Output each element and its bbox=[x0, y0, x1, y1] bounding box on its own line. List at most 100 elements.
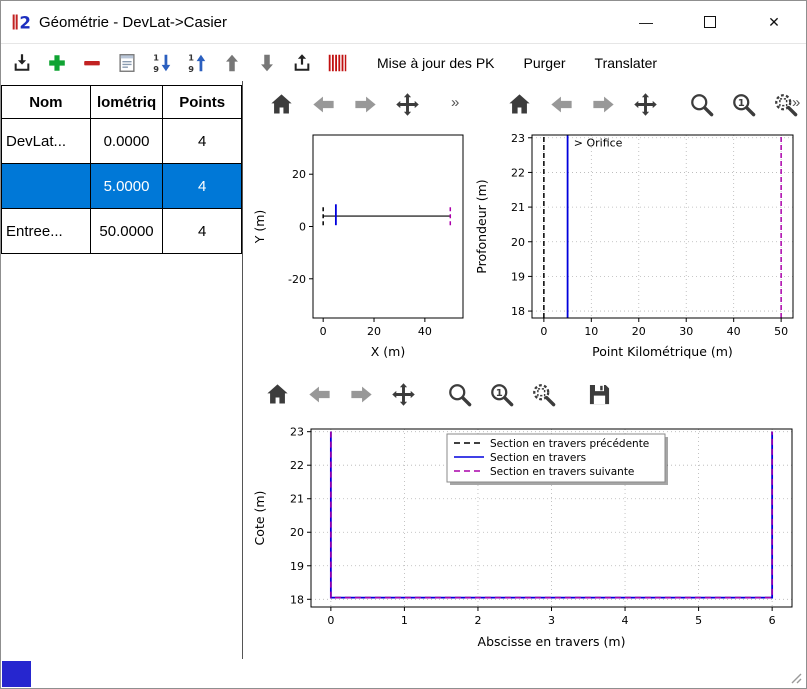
back-icon bbox=[548, 91, 575, 118]
plan-view-chart[interactable]: 02040-20020X (m)Y (m) bbox=[251, 127, 471, 363]
svg-text:22: 22 bbox=[290, 459, 304, 472]
cell-pk[interactable]: 0.0000 bbox=[90, 119, 163, 164]
cell-points[interactable]: 4 bbox=[163, 164, 242, 209]
toolbar-overflow-chevron[interactable]: » bbox=[792, 94, 800, 111]
resize-grip-icon[interactable] bbox=[788, 670, 802, 684]
add-icon bbox=[46, 52, 68, 74]
sections-panel: Nom lométriq Points DevLat... 0.0000 4 5… bbox=[1, 81, 243, 659]
remove-icon bbox=[81, 52, 103, 74]
svg-text:2: 2 bbox=[474, 614, 481, 627]
cell-points[interactable]: 4 bbox=[163, 119, 242, 164]
home-icon bbox=[264, 381, 291, 408]
import-button[interactable] bbox=[7, 48, 37, 78]
svg-text:3: 3 bbox=[548, 614, 555, 627]
home-icon bbox=[506, 91, 533, 118]
profile-view-chart[interactable]: 01020304050181920212223> OrificePoint Ki… bbox=[473, 127, 805, 363]
export-icon bbox=[291, 52, 313, 74]
svg-text:10: 10 bbox=[584, 325, 598, 338]
zoom-selection-button[interactable] bbox=[525, 377, 561, 411]
window-controls: — ✕ bbox=[614, 1, 806, 43]
toolbar-overflow-chevron[interactable]: » bbox=[451, 94, 459, 111]
svg-text:20: 20 bbox=[292, 168, 306, 181]
zoom-1-button[interactable] bbox=[483, 377, 519, 411]
svg-text:30: 30 bbox=[679, 325, 693, 338]
table-row-selected[interactable]: 5.0000 4 bbox=[2, 164, 242, 209]
purge-button[interactable]: Purger bbox=[512, 51, 578, 75]
nav-pan-button[interactable] bbox=[389, 87, 425, 121]
home-icon bbox=[268, 91, 295, 118]
svg-text:21: 21 bbox=[511, 201, 525, 214]
nav-back-button[interactable] bbox=[301, 377, 337, 411]
cross-section-chart[interactable]: 0123456181920212223Abscisse en travers (… bbox=[251, 421, 799, 653]
cell-points[interactable]: 4 bbox=[163, 209, 242, 254]
nav-back-button[interactable] bbox=[305, 87, 341, 121]
plan-toolbar bbox=[263, 87, 425, 121]
nav-home-button[interactable] bbox=[501, 87, 537, 121]
move-down-button[interactable] bbox=[252, 48, 282, 78]
remove-button[interactable] bbox=[77, 48, 107, 78]
svg-text:40: 40 bbox=[727, 325, 741, 338]
svg-text:20: 20 bbox=[632, 325, 646, 338]
svg-text:20: 20 bbox=[511, 236, 525, 249]
svg-text:0: 0 bbox=[540, 325, 547, 338]
back-icon bbox=[306, 381, 333, 408]
window-title: Géométrie - DevLat->Casier bbox=[39, 14, 227, 31]
edit-button[interactable] bbox=[112, 48, 142, 78]
minimize-button[interactable]: — bbox=[614, 1, 678, 43]
table-header-row: Nom lométriq Points bbox=[2, 86, 242, 119]
sort-ascending-icon bbox=[186, 52, 208, 74]
import-icon bbox=[11, 52, 33, 74]
svg-text:X (m): X (m) bbox=[371, 344, 405, 359]
maximize-button[interactable] bbox=[678, 1, 742, 43]
cell-nom[interactable] bbox=[2, 164, 91, 209]
zoom-button[interactable] bbox=[441, 377, 477, 411]
close-button[interactable]: ✕ bbox=[742, 1, 806, 43]
cell-nom[interactable]: Entree... bbox=[2, 209, 91, 254]
nav-back-button[interactable] bbox=[543, 87, 579, 121]
svg-text:-20: -20 bbox=[288, 273, 306, 286]
table-row[interactable]: DevLat... 0.0000 4 bbox=[2, 119, 242, 164]
nav-forward-button[interactable] bbox=[585, 87, 621, 121]
nav-pan-button[interactable] bbox=[385, 377, 421, 411]
column-header-nom[interactable]: Nom bbox=[2, 86, 91, 119]
pk-marks-icon bbox=[326, 52, 348, 74]
export-button[interactable] bbox=[287, 48, 317, 78]
cell-pk[interactable]: 5.0000 bbox=[90, 164, 163, 209]
cell-pk[interactable]: 50.0000 bbox=[90, 209, 163, 254]
svg-text:Section en travers: Section en travers bbox=[490, 452, 586, 464]
move-down-icon bbox=[256, 52, 278, 74]
profile-toolbar bbox=[501, 87, 803, 121]
nav-forward-button[interactable] bbox=[347, 87, 383, 121]
svg-text:22: 22 bbox=[511, 166, 525, 179]
move-up-button[interactable] bbox=[217, 48, 247, 78]
zoom-1-icon bbox=[488, 381, 515, 408]
pk-marks-button[interactable] bbox=[322, 48, 352, 78]
column-header-points[interactable]: Points bbox=[163, 86, 242, 119]
pan-icon bbox=[390, 381, 417, 408]
forward-icon bbox=[348, 381, 375, 408]
pan-icon bbox=[394, 91, 421, 118]
zoom-icon bbox=[446, 381, 473, 408]
svg-text:18: 18 bbox=[290, 593, 304, 606]
back-icon bbox=[310, 91, 337, 118]
main-content: Nom lométriq Points DevLat... 0.0000 4 5… bbox=[1, 81, 806, 659]
zoom-1-button[interactable] bbox=[725, 87, 761, 121]
nav-forward-button[interactable] bbox=[343, 377, 379, 411]
sort-descending-button[interactable] bbox=[147, 48, 177, 78]
plots-area: » » 02040-20020X (m)Y (m) 01020304050181… bbox=[243, 81, 806, 659]
zoom-button[interactable] bbox=[683, 87, 719, 121]
translate-button[interactable]: Translater bbox=[583, 51, 670, 75]
add-button[interactable] bbox=[42, 48, 72, 78]
nav-home-button[interactable] bbox=[259, 377, 295, 411]
save-icon bbox=[586, 381, 613, 408]
sort-ascending-button[interactable] bbox=[182, 48, 212, 78]
nav-home-button[interactable] bbox=[263, 87, 299, 121]
move-up-icon bbox=[221, 52, 243, 74]
update-pk-button[interactable]: Mise à jour des PK bbox=[365, 51, 507, 75]
table-row[interactable]: Entree... 50.0000 4 bbox=[2, 209, 242, 254]
column-header-pk[interactable]: lométriq bbox=[90, 86, 163, 119]
cell-nom[interactable]: DevLat... bbox=[2, 119, 91, 164]
nav-pan-button[interactable] bbox=[627, 87, 663, 121]
save-button[interactable] bbox=[581, 377, 617, 411]
svg-text:19: 19 bbox=[290, 560, 304, 573]
